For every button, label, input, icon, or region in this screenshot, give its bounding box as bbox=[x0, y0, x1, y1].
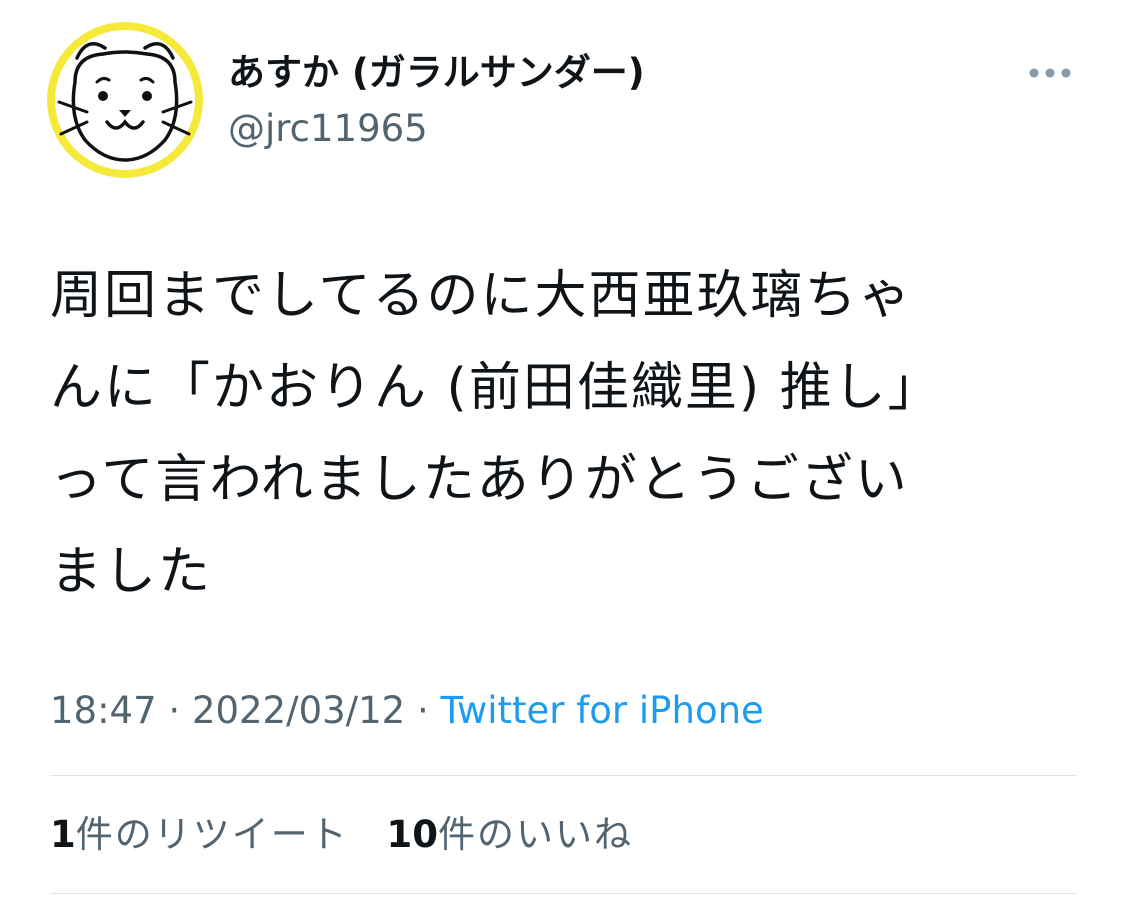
tweet-text: 周回までしてるのに大西亜玖璃ちゃ んに「かおりん (前田佳織里) 推し」 って言… bbox=[50, 250, 1060, 618]
tweet-text-line: んに「かおりん (前田佳織里) 推し」 bbox=[50, 358, 942, 418]
tweet-time[interactable]: 18:47 bbox=[50, 689, 157, 732]
tweet-text-line: って言われましたありがとうござい bbox=[50, 450, 909, 510]
retweets-count: 1 bbox=[50, 813, 76, 856]
more-options-icon[interactable] bbox=[1026, 62, 1074, 84]
engagement-stats: 1件のリツイート 10件のいいね bbox=[50, 812, 659, 858]
user-handle[interactable]: @jrc11965 bbox=[228, 106, 428, 152]
tweet-metadata: 18:47 · 2022/03/12 · Twitter for iPhone bbox=[50, 688, 764, 734]
meta-separator: · bbox=[168, 689, 181, 732]
tweet-source-link[interactable]: Twitter for iPhone bbox=[441, 689, 764, 732]
tweet-card: あすか (ガラルサンダー) @jrc11965 周回までしてるのに大西亜玖璃ちゃ… bbox=[0, 0, 1125, 902]
likes-label: 件のいいね bbox=[438, 813, 634, 856]
divider bbox=[50, 893, 1077, 894]
retweets-label: 件のリツイート bbox=[75, 813, 349, 856]
tweet-date[interactable]: 2022/03/12 bbox=[192, 689, 405, 732]
avatar[interactable] bbox=[47, 22, 203, 178]
meta-separator: · bbox=[416, 689, 429, 732]
retweets-stat[interactable]: 1件のリツイート bbox=[50, 812, 349, 858]
tweet-text-line: 周回までしてるのに大西亜玖璃ちゃ bbox=[50, 266, 913, 326]
display-name[interactable]: あすか (ガラルサンダー) bbox=[228, 50, 645, 96]
tweet-text-line: ました bbox=[50, 542, 213, 602]
cat-face-avatar-icon bbox=[47, 22, 203, 178]
likes-stat[interactable]: 10件のいいね bbox=[387, 812, 634, 858]
divider bbox=[50, 775, 1077, 776]
likes-count: 10 bbox=[386, 813, 439, 856]
